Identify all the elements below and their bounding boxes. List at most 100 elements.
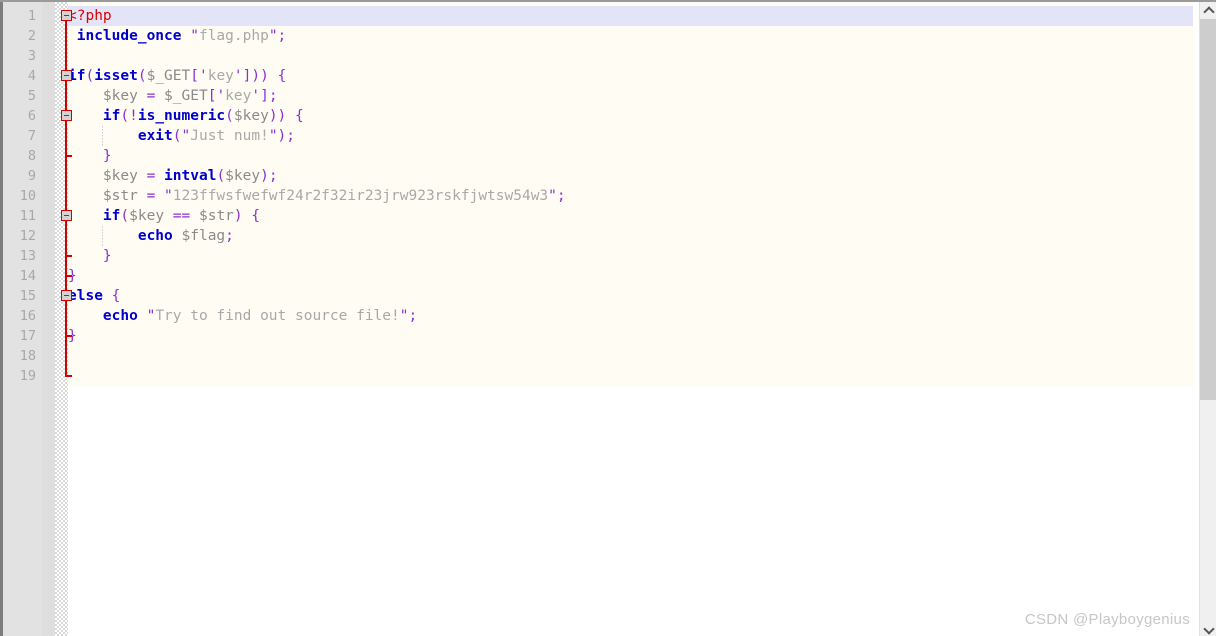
code-token: intval bbox=[164, 168, 217, 184]
code-token: ; bbox=[225, 228, 234, 244]
code-line[interactable]: <?php bbox=[68, 6, 1193, 26]
code-token: echo bbox=[137, 228, 173, 244]
scroll-down-button[interactable] bbox=[1200, 621, 1216, 636]
code-area[interactable]: <?php include_once "flag.php"; if(isset($… bbox=[68, 2, 1193, 636]
code-token: ; bbox=[277, 28, 287, 44]
code-token: " bbox=[181, 128, 191, 144]
code-token: ; bbox=[268, 88, 278, 104]
scrollbar-thumb[interactable] bbox=[1200, 19, 1216, 400]
code-token: echo bbox=[102, 308, 138, 324]
code-token: } bbox=[68, 268, 77, 284]
code-token: ( bbox=[120, 208, 130, 224]
line-number: 13 bbox=[19, 248, 36, 264]
code-line[interactable] bbox=[68, 366, 1193, 386]
line-number: 4 bbox=[27, 68, 36, 84]
code-token: exit bbox=[137, 128, 173, 144]
line-number: 3 bbox=[27, 48, 36, 64]
fold-gutter[interactable] bbox=[42, 2, 55, 636]
code-line[interactable]: echo $flag; bbox=[68, 226, 1193, 246]
code-line[interactable]: include_once "flag.php"; bbox=[68, 26, 1193, 46]
code-token: isset bbox=[94, 68, 138, 84]
code-token: } bbox=[68, 328, 77, 344]
code-token: == bbox=[172, 208, 191, 224]
code-token: ) bbox=[277, 128, 287, 144]
code-token: ' bbox=[251, 88, 261, 104]
code-line[interactable]: } bbox=[68, 146, 1193, 166]
code-line[interactable]: $key = $_GET['key']; bbox=[68, 86, 1193, 106]
line-number: 7 bbox=[27, 128, 36, 144]
code-token: Just num! bbox=[190, 128, 269, 144]
code-token: ] bbox=[260, 88, 269, 104]
code-token: 123ffwsfwefwf24r2f32ir23jrw923rskfjwtsw5… bbox=[172, 188, 549, 204]
line-number: 16 bbox=[19, 308, 36, 324]
line-number-gutter: 1 2 3 4 5 6 7 8 9 10 11 12 13 14 15 16 17 18 19 bbox=[0, 2, 42, 636]
code-token: ; bbox=[408, 308, 418, 324]
code-token: Try to find out source file! bbox=[155, 308, 400, 324]
line-number: 12 bbox=[19, 228, 36, 244]
code-token: $str bbox=[198, 208, 234, 224]
code-token: = bbox=[146, 188, 156, 204]
code-token: { bbox=[277, 68, 287, 84]
code-token: key bbox=[207, 68, 234, 84]
marker-strip[interactable] bbox=[55, 2, 68, 636]
vertical-scrollbar[interactable] bbox=[1199, 2, 1216, 636]
code-token: ; bbox=[286, 128, 296, 144]
code-line[interactable]: } bbox=[68, 326, 1193, 346]
line-number: 8 bbox=[27, 148, 36, 164]
code-token: " bbox=[164, 188, 173, 204]
code-token: if bbox=[68, 68, 86, 84]
code-line[interactable] bbox=[68, 46, 1193, 66]
code-line[interactable]: } bbox=[68, 246, 1193, 266]
code-token: ' bbox=[198, 68, 208, 84]
code-token: " bbox=[548, 188, 557, 204]
code-token: { bbox=[295, 108, 304, 124]
line-number: 15 bbox=[19, 288, 36, 304]
scroll-up-button[interactable] bbox=[1200, 2, 1216, 19]
line-number: 5 bbox=[27, 88, 36, 104]
line-number: 19 bbox=[19, 368, 36, 384]
code-line[interactable]: exit("Just num!"); bbox=[68, 126, 1193, 146]
code-token: ; bbox=[268, 168, 278, 184]
code-token: ( bbox=[225, 108, 234, 124]
code-token: $_GET bbox=[146, 68, 191, 84]
line-number: 11 bbox=[19, 208, 36, 224]
code-token: $key bbox=[102, 168, 138, 184]
code-token: ! bbox=[129, 108, 138, 124]
code-token: ( bbox=[120, 108, 130, 124]
code-line[interactable]: } bbox=[68, 266, 1193, 286]
code-line[interactable]: else { bbox=[68, 286, 1193, 306]
code-token: if bbox=[102, 208, 121, 224]
code-line[interactable] bbox=[68, 346, 1193, 366]
code-token: $key bbox=[102, 88, 138, 104]
code-line[interactable]: if(!is_numeric($key)) { bbox=[68, 106, 1193, 126]
code-line[interactable]: $str = "123ffwsfwefwf24r2f32ir23jrw923rs… bbox=[68, 186, 1193, 206]
code-line[interactable]: echo "Try to find out source file!"; bbox=[68, 306, 1193, 326]
code-token: } bbox=[102, 148, 112, 164]
code-line[interactable]: if($key == $str) { bbox=[68, 206, 1193, 226]
line-number: 2 bbox=[27, 28, 36, 44]
code-token: key bbox=[225, 88, 252, 104]
code-line[interactable]: if(isset($_GET['key'])) { bbox=[68, 66, 1193, 86]
code-token: " bbox=[190, 28, 199, 44]
code-token: ( bbox=[85, 68, 95, 84]
code-token: = bbox=[146, 168, 156, 184]
code-token: } bbox=[102, 248, 112, 264]
indent-guide bbox=[102, 226, 103, 246]
code-token: )) bbox=[268, 108, 287, 124]
code-line[interactable]: $key = intval($key); bbox=[68, 166, 1193, 186]
code-token: " bbox=[268, 128, 278, 144]
code-token: " bbox=[268, 28, 278, 44]
line-number: 10 bbox=[19, 188, 36, 204]
